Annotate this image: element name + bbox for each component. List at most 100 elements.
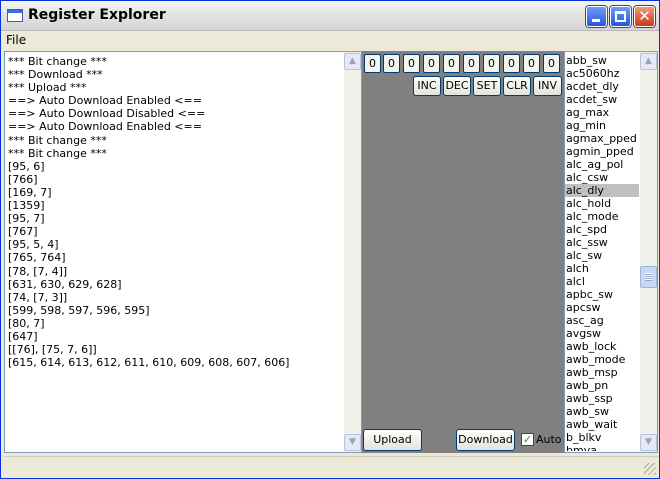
window-title: Register Explorer [28, 7, 166, 23]
register-panel: 0 0 0 0 0 0 0 0 0 0 INC DEC SET CLR INV … [362, 51, 564, 453]
log-line: ==> Auto Download Disabled <== [8, 107, 206, 121]
bit-button[interactable]: 0 [483, 54, 500, 73]
log-line: [615, 614, 613, 612, 611, 610, 609, 608,… [8, 356, 290, 370]
upload-button[interactable]: Upload [363, 429, 422, 451]
scroll-down-icon[interactable]: ▼ [344, 434, 361, 451]
auto-checkbox[interactable]: ✓ [521, 433, 534, 446]
status-bar [4, 456, 658, 477]
log-line: [765, 764] [8, 251, 66, 265]
log-line: [647] [8, 329, 38, 343]
register-list-item[interactable]: awb_sw [565, 405, 639, 418]
register-list-item[interactable]: awb_msp [565, 366, 639, 379]
register-list-item[interactable]: alc_ag_pol [565, 158, 639, 171]
register-name-list: abb_sw ac5060hz acdet_dly acdet_sw ag_max ag_… [565, 54, 639, 451]
register-list-item[interactable]: alc_spd [565, 223, 639, 236]
register-list-item[interactable]: apcsw [565, 301, 639, 314]
log-line: *** Bit change *** [8, 55, 107, 68]
register-list-item[interactable]: awb_mode [565, 353, 639, 366]
register-list-item[interactable]: alc_mode [565, 210, 639, 223]
register-list-item[interactable]: alc_ssw [565, 236, 639, 249]
log-textbox[interactable]: *** Bit change *** *** Download *** *** Up… [4, 51, 362, 453]
minimize-button[interactable] [586, 6, 607, 27]
maximize-button[interactable] [610, 6, 631, 27]
bit-button[interactable]: 0 [364, 54, 381, 73]
log-line: [169, 7] [8, 185, 52, 199]
log-line: *** Download *** [8, 68, 103, 82]
log-line: [767] [8, 225, 38, 239]
bit-button[interactable]: 0 [443, 54, 460, 73]
register-explorer-window: Register Explorer ✕ File *** Bit change … [0, 0, 660, 479]
log-line: [95, 7] [8, 212, 45, 226]
resize-grip-icon[interactable] [644, 463, 656, 475]
log-line: [599, 598, 597, 596, 595] [8, 303, 150, 317]
register-list-item[interactable]: apbc_sw [565, 288, 639, 301]
register-list-item[interactable]: acdet_dly [565, 80, 639, 93]
log-lines: *** Bit change *** *** Download *** *** Up… [8, 55, 344, 451]
close-icon: ✕ [638, 7, 651, 25]
register-list-item[interactable]: awb_pn [565, 379, 639, 392]
register-list-item[interactable]: asc_ag [565, 314, 639, 327]
log-line: [1359] [8, 199, 45, 213]
register-list-item[interactable]: alch [565, 262, 639, 275]
log-line: [78, [7, 4]] [8, 264, 68, 278]
register-list-item[interactable]: awb_ssp [565, 392, 639, 405]
log-scrollbar[interactable]: ▲ ▼ [344, 52, 361, 452]
scroll-down-icon[interactable]: ▼ [640, 434, 657, 451]
register-list-item[interactable]: agmin_pped [565, 145, 639, 158]
log-line: [766] [8, 172, 38, 186]
log-line: [80, 7] [8, 316, 45, 330]
set-button[interactable]: SET [473, 76, 501, 96]
log-line: [74, [7, 3]] [8, 290, 68, 304]
register-list-item[interactable]: acdet_sw [565, 93, 639, 106]
register-list[interactable]: abb_sw ac5060hz acdet_dly acdet_sw ag_max ag_… [564, 51, 658, 453]
log-line: ==> Auto Download Enabled <== [8, 120, 202, 134]
register-list-item[interactable]: b_blkv [565, 431, 639, 444]
register-list-item[interactable]: bmva [565, 444, 639, 451]
register-list-item[interactable]: ag_min [565, 119, 639, 132]
log-line: [631, 630, 629, 628] [8, 277, 122, 291]
log-line: ==> Auto Download Enabled <== [8, 94, 202, 108]
bit-button[interactable]: 0 [523, 54, 540, 73]
maximize-icon [615, 11, 626, 22]
register-list-item[interactable]: ag_max [565, 106, 639, 119]
inc-button[interactable]: INC [413, 76, 441, 96]
bit-button[interactable]: 0 [463, 54, 480, 73]
log-line: [[76], [75, 7, 6]] [8, 343, 97, 357]
scroll-thumb[interactable] [640, 266, 657, 288]
register-list-item[interactable]: abb_sw [565, 54, 639, 67]
register-list-item[interactable]: awb_wait [565, 418, 639, 431]
close-button[interactable]: ✕ [634, 6, 655, 27]
title-bar[interactable]: Register Explorer ✕ [1, 1, 659, 31]
menu-file[interactable]: File [6, 33, 26, 47]
scroll-up-icon[interactable]: ▲ [344, 53, 361, 70]
menu-bar: File [1, 31, 659, 49]
register-list-item[interactable]: agmax_pped [565, 132, 639, 145]
bit-button[interactable]: 0 [383, 54, 400, 73]
log-line: *** Bit change *** [8, 146, 107, 160]
download-button[interactable]: Download [456, 429, 515, 451]
log-line: [95, 6] [8, 159, 45, 173]
scroll-up-icon[interactable]: ▲ [640, 53, 657, 70]
register-list-item[interactable]: ac5060hz [565, 67, 639, 80]
bit-button[interactable]: 0 [403, 54, 420, 73]
log-line: *** Bit change *** [8, 133, 107, 147]
log-line: [95, 5, 4] [8, 238, 59, 252]
bit-button[interactable]: 0 [543, 54, 560, 73]
bit-button[interactable]: 0 [503, 54, 520, 73]
bit-button[interactable]: 0 [423, 54, 440, 73]
register-list-item[interactable]: alc_dly [565, 184, 639, 197]
register-list-item[interactable]: alc_hold [565, 197, 639, 210]
log-line: *** Upload *** [8, 81, 87, 95]
inv-button[interactable]: INV [533, 76, 562, 96]
register-list-item[interactable]: alc_sw [565, 249, 639, 262]
clr-button[interactable]: CLR [503, 76, 531, 96]
minimize-icon [592, 19, 600, 22]
app-window-icon [7, 9, 23, 22]
register-scrollbar[interactable]: ▲ ▼ [640, 52, 657, 452]
register-list-item[interactable]: alc_csw [565, 171, 639, 184]
register-list-item[interactable]: awb_lock [565, 340, 639, 353]
auto-label: Auto [536, 433, 562, 446]
dec-button[interactable]: DEC [443, 76, 471, 96]
register-list-item[interactable]: alcl [565, 275, 639, 288]
register-list-item[interactable]: avgsw [565, 327, 639, 340]
